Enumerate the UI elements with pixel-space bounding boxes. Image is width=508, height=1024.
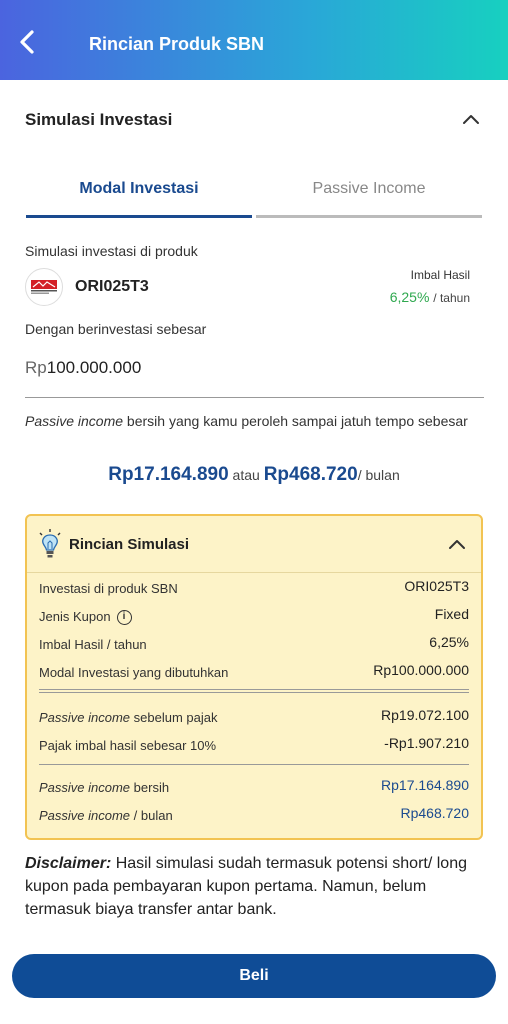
detail-label: bersih (130, 780, 170, 795)
detail-label: Imbal Hasil / tahun (39, 637, 147, 652)
detail-row: Modal Investasi yang dibutuhkan Rp100.00… (39, 662, 469, 684)
passive-income-total: Rp17.164.890 (108, 464, 229, 485)
back-arrow-icon[interactable] (14, 28, 42, 56)
detail-value: Rp19.072.100 (381, 707, 469, 723)
tab-modal-investasi[interactable]: Modal Investasi (26, 168, 252, 218)
passive-income-description: Passive income bersih yang kamu peroleh … (25, 411, 475, 431)
detail-row: Passive income / bulan Rp468.720 (39, 805, 469, 827)
passive-income-monthly: Rp468.720 (263, 464, 358, 485)
investment-amount-input[interactable]: Rp100.000.000 (25, 358, 141, 378)
detail-label: Modal Investasi yang dibutuhkan (39, 665, 229, 680)
passive-income-italic: Passive income (25, 413, 124, 429)
detail-value: 6,25% (429, 634, 469, 650)
divider (39, 764, 469, 765)
sbn-logo-icon (31, 280, 57, 294)
lightbulb-icon (39, 529, 61, 558)
amount-underline (25, 397, 484, 398)
simulation-detail-card: Rincian Simulasi Investasi di produk SBN… (25, 514, 483, 840)
detail-value: Rp468.720 (400, 805, 469, 821)
passive-income-summary: Rp17.164.890 atau Rp468.720/ bulan (0, 464, 508, 486)
detail-label-italic: Passive income (39, 710, 131, 725)
disclaimer-label: Disclaimer: (25, 855, 112, 872)
detail-row: Passive income bersih Rp17.164.890 (39, 777, 469, 799)
detail-label-italic: Passive income (39, 808, 131, 823)
detail-value: -Rp1.907.210 (384, 735, 469, 751)
detail-label: Jenis Kupon (39, 609, 111, 624)
product-name: ORI025T3 (75, 278, 149, 295)
tab-passive-income[interactable]: Passive Income (256, 168, 482, 218)
tab-bar: Modal Investasi Passive Income (26, 168, 482, 218)
passive-income-text: bersih yang kamu peroleh sampai jatuh te… (123, 413, 468, 429)
currency-prefix: Rp (25, 358, 47, 377)
app-header: Rincian Produk SBN (0, 0, 508, 80)
card-divider (27, 572, 481, 573)
detail-value: ORI025T3 (404, 578, 469, 594)
page-title: Rincian Produk SBN (89, 34, 265, 54)
imbal-hasil-unit: / tahun (433, 291, 470, 305)
detail-label: / bulan (130, 808, 173, 823)
imbal-hasil-value: 6,25% / tahun (390, 289, 470, 305)
section-title: Simulasi Investasi (25, 110, 173, 129)
imbal-hasil-rate: 6,25% (389, 289, 430, 305)
detail-label-italic: Passive income (39, 780, 131, 795)
product-logo (25, 268, 63, 306)
disclaimer: Disclaimer: Hasil simulasi sudah termasu… (25, 852, 487, 921)
chevron-up-icon[interactable] (461, 110, 481, 130)
buy-button[interactable]: Beli (12, 954, 496, 998)
detail-value: Rp17.164.890 (381, 777, 469, 793)
detail-label: Investasi di produk SBN (39, 581, 178, 596)
simulation-section-header[interactable]: Simulasi Investasi (0, 80, 508, 160)
card-title: Rincian Simulasi (69, 536, 190, 553)
detail-row: Passive income sebelum pajak Rp19.072.10… (39, 707, 469, 729)
imbal-hasil-label: Imbal Hasil (410, 268, 470, 282)
chevron-up-icon[interactable] (447, 535, 467, 555)
detail-row: Imbal Hasil / tahun 6,25% (39, 634, 469, 656)
detail-label: Pajak imbal hasil sebesar 10% (39, 738, 217, 753)
detail-label: sebelum pajak (130, 710, 218, 725)
detail-row: Jenis Kupon i Fixed (39, 606, 469, 628)
detail-value: Fixed (434, 606, 469, 622)
detail-value: Rp100.000.000 (373, 662, 469, 678)
detail-row: Investasi di produk SBN ORI025T3 (39, 578, 469, 600)
investment-amount: 100.000.000 (46, 358, 142, 377)
product-intro: Simulasi investasi di produk (25, 243, 198, 259)
or-text: atau (232, 467, 260, 483)
monthly-unit: / bulan (357, 467, 400, 483)
double-divider (39, 689, 469, 693)
detail-row: Pajak imbal hasil sebesar 10% -Rp1.907.2… (39, 735, 469, 757)
investment-label: Dengan berinvestasi sebesar (25, 321, 207, 337)
info-icon[interactable]: i (116, 610, 132, 626)
